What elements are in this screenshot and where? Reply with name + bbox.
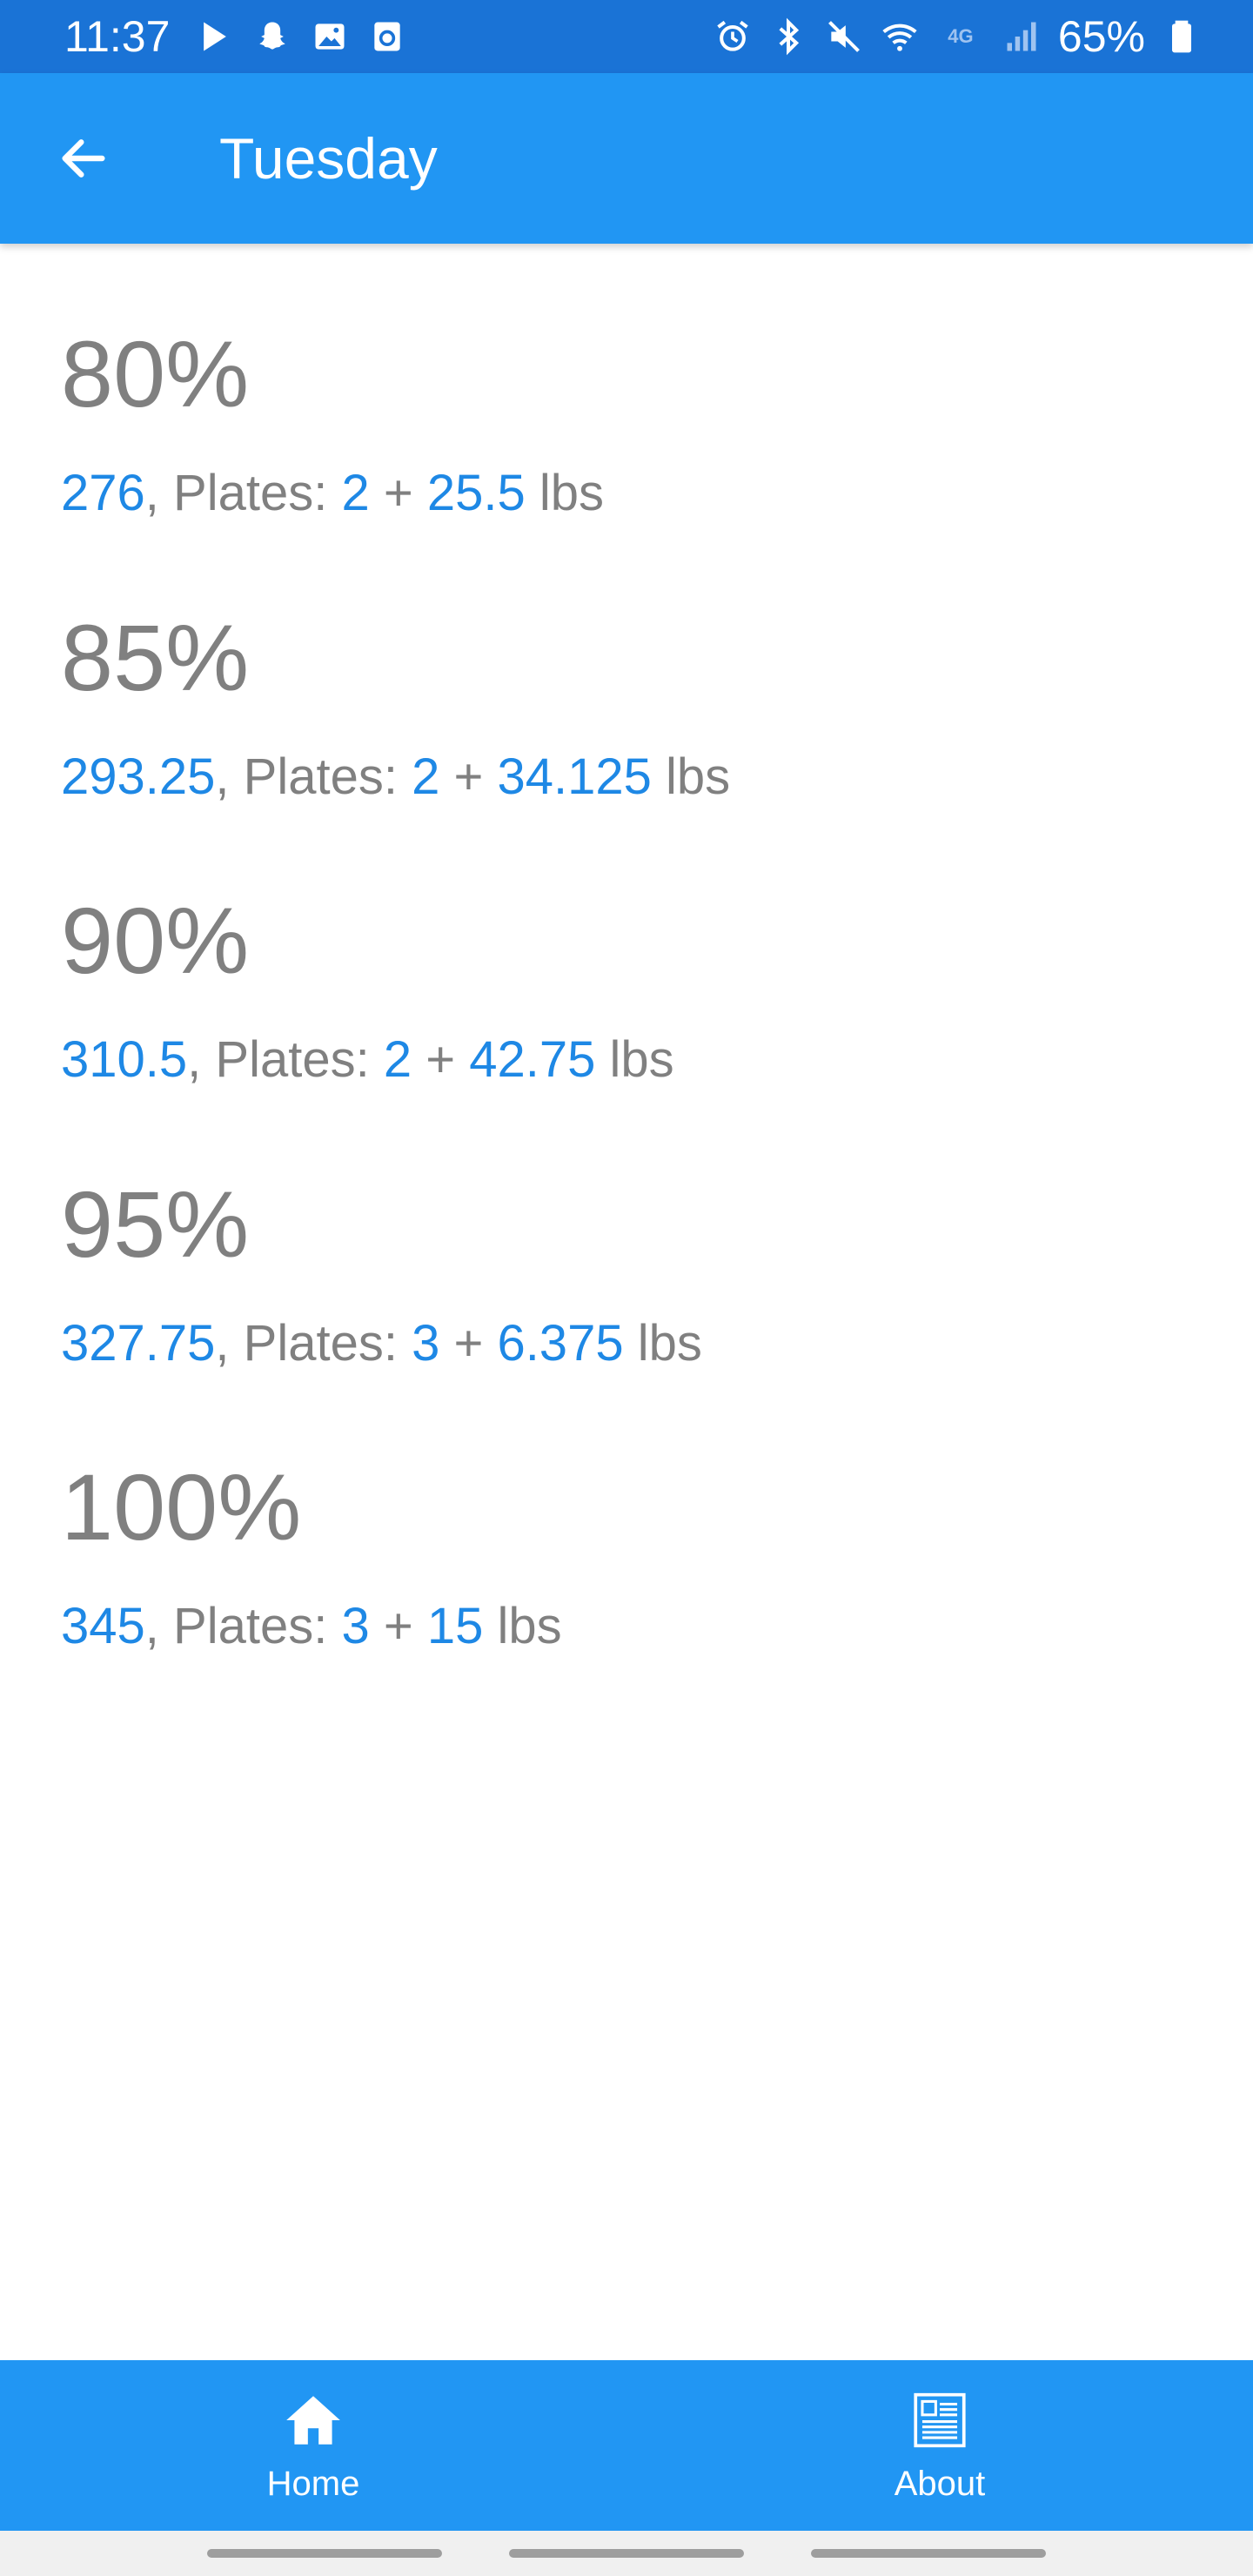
unit-label: lbs bbox=[595, 1031, 674, 1089]
about-icon bbox=[914, 2392, 966, 2447]
plates-count: 2 bbox=[383, 1031, 412, 1089]
list-item: 85% 293.25, Plates: 2 + 34.125 lbs bbox=[61, 604, 1192, 808]
home-system-button[interactable] bbox=[508, 2549, 744, 2558]
percent-heading: 95% bbox=[61, 1171, 250, 1277]
percent-heading: 90% bbox=[61, 888, 250, 994]
system-icons: 4G 65% bbox=[714, 11, 1201, 62]
home-icon bbox=[286, 2395, 340, 2445]
weight-detail: 310.5, Plates: 2 + 42.75 lbs bbox=[61, 1030, 1192, 1090]
weight-value: 293.25 bbox=[61, 748, 216, 805]
battery-icon bbox=[1163, 17, 1201, 56]
extra-weight: 15 bbox=[426, 1598, 484, 1655]
plus-sign: + bbox=[369, 465, 427, 521]
list-item: 90% 310.5, Plates: 2 + 42.75 lbs bbox=[61, 894, 1192, 1090]
list-item: 100% 345, Plates: 3 + 15 lbs bbox=[61, 1460, 1192, 1657]
network-type: 4G bbox=[948, 25, 974, 47]
system-navigation-bar bbox=[0, 2531, 1253, 2576]
weight-value: 327.75 bbox=[61, 1314, 216, 1372]
plus-sign: + bbox=[369, 1598, 427, 1655]
network-type-icon: 4G bbox=[936, 17, 985, 56]
plates-label: , Plates: bbox=[144, 1598, 342, 1655]
weight-detail: 276, Plates: 2 + 25.5 lbs bbox=[61, 463, 1192, 524]
nav-about[interactable]: About bbox=[626, 2360, 1253, 2531]
extra-weight: 42.75 bbox=[469, 1031, 596, 1089]
weight-detail: 293.25, Plates: 2 + 34.125 lbs bbox=[61, 747, 1192, 808]
unit-label: lbs bbox=[483, 1598, 562, 1655]
extra-weight: 34.125 bbox=[497, 748, 652, 805]
unit-label: lbs bbox=[623, 1314, 702, 1372]
back-system-button[interactable] bbox=[810, 2549, 1046, 2558]
percent-list: 80% 276, Plates: 2 + 25.5 lbs 85% 293.25… bbox=[0, 244, 1253, 1657]
weight-detail: 345, Plates: 3 + 15 lbs bbox=[61, 1596, 1192, 1657]
extra-weight: 25.5 bbox=[426, 465, 526, 521]
mute-icon bbox=[825, 17, 863, 56]
nav-home[interactable]: Home bbox=[0, 2360, 626, 2531]
nav-about-label: About bbox=[894, 2464, 986, 2503]
status-time: 11:37 bbox=[64, 12, 171, 61]
bluetooth-icon bbox=[769, 17, 807, 56]
arrow-back-icon bbox=[62, 139, 105, 178]
notification-icons bbox=[196, 17, 406, 56]
wifi-icon bbox=[881, 17, 919, 56]
plates-label: , Plates: bbox=[144, 465, 342, 521]
bottom-navigation: Home About bbox=[0, 2360, 1253, 2531]
plus-sign: + bbox=[412, 1031, 470, 1089]
battery-percent: 65% bbox=[1057, 12, 1145, 61]
signal-icon bbox=[1002, 17, 1041, 56]
plates-count: 2 bbox=[341, 465, 370, 521]
percent-heading: 100% bbox=[61, 1454, 302, 1560]
plus-sign: + bbox=[439, 748, 498, 805]
app-bar: Tuesday bbox=[0, 73, 1253, 244]
music-icon bbox=[196, 17, 234, 56]
gallery-icon bbox=[311, 17, 349, 56]
back-button[interactable] bbox=[42, 117, 125, 200]
plates-count: 3 bbox=[412, 1314, 440, 1372]
weight-value: 276 bbox=[61, 465, 145, 521]
plates-label: , Plates: bbox=[215, 748, 412, 805]
plates-count: 3 bbox=[341, 1598, 370, 1655]
unit-label: lbs bbox=[525, 465, 604, 521]
page-title: Tuesday bbox=[219, 126, 438, 191]
weight-value: 310.5 bbox=[61, 1031, 188, 1089]
recents-button[interactable] bbox=[207, 2549, 443, 2558]
alarm-icon bbox=[714, 17, 752, 56]
weight-value: 345 bbox=[61, 1598, 145, 1655]
extra-weight: 6.375 bbox=[497, 1314, 624, 1372]
status-bar: 11:37 4G 65% bbox=[0, 0, 1253, 73]
plates-label: , Plates: bbox=[187, 1031, 384, 1089]
plates-count: 2 bbox=[412, 748, 440, 805]
list-item: 95% 327.75, Plates: 3 + 6.375 lbs bbox=[61, 1177, 1192, 1374]
weight-detail: 327.75, Plates: 3 + 6.375 lbs bbox=[61, 1313, 1192, 1374]
app-icon bbox=[368, 17, 406, 56]
percent-heading: 80% bbox=[61, 321, 250, 426]
list-item: 80% 276, Plates: 2 + 25.5 lbs bbox=[61, 327, 1192, 524]
plates-label: , Plates: bbox=[215, 1314, 412, 1372]
percent-heading: 85% bbox=[61, 604, 250, 710]
snapchat-icon bbox=[253, 17, 291, 56]
unit-label: lbs bbox=[651, 748, 731, 805]
nav-home-label: Home bbox=[266, 2464, 360, 2503]
plus-sign: + bbox=[439, 1314, 498, 1372]
